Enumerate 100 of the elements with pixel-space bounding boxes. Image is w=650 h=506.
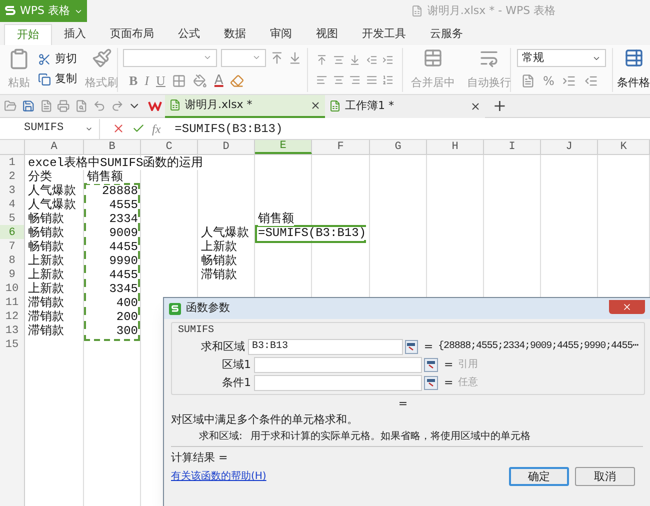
ribbon-tab[interactable]: 公式 xyxy=(166,24,212,45)
formula-result: = xyxy=(398,397,408,411)
table-cell: 销售额 xyxy=(258,212,294,226)
help-link[interactable]: 有关该函数的帮助(H) xyxy=(171,470,266,483)
formula-field[interactable]: =SUMIFS(B3:B13) xyxy=(174,118,650,138)
table-cell: 滞销款 xyxy=(28,296,64,310)
window-title: 谢明月.xlsx * - WPS 表格 xyxy=(427,2,556,19)
column-header[interactable]: B xyxy=(84,140,141,154)
column-header[interactable]: F xyxy=(312,140,370,154)
table-cell: 人气爆款 xyxy=(28,184,76,198)
name-box[interactable]: SUMIFS xyxy=(0,118,100,138)
cut-button[interactable]: 剪切 xyxy=(38,50,77,70)
font-size-field[interactable] xyxy=(221,48,266,67)
number-format-select[interactable]: 常规 xyxy=(517,49,606,67)
app-menu-button[interactable]: WPS 表格 xyxy=(0,0,87,22)
align-bottom-icon[interactable] xyxy=(349,52,361,66)
table-cell: 上新款 xyxy=(28,268,64,282)
column-header[interactable]: A xyxy=(25,140,84,154)
function-description: 对区域中满足多个条件的单元格求和。 xyxy=(171,413,359,427)
dialog-button[interactable]: 确定 xyxy=(509,467,569,486)
table-cell: 分类 xyxy=(28,170,52,184)
table-cell: 上新款 xyxy=(28,254,64,268)
range-picker-button[interactable] xyxy=(424,358,438,372)
close-icon xyxy=(622,302,632,312)
ribbon-tab[interactable]: 数据 xyxy=(212,24,258,45)
copy-icon xyxy=(38,73,51,86)
table-cell: 人气爆款 xyxy=(201,226,249,240)
column-header[interactable]: E xyxy=(255,140,312,154)
column-header[interactable]: G xyxy=(370,140,427,154)
ribbon-tab[interactable]: 开始 xyxy=(4,24,52,45)
app-icon xyxy=(169,302,181,314)
print-icon[interactable] xyxy=(57,99,70,113)
merge-cells-icon xyxy=(423,48,443,68)
ribbon-tab[interactable]: 开发工具 xyxy=(350,24,418,45)
table-cell: 上新款 xyxy=(28,282,64,296)
conditional-format-button[interactable]: 条件格 xyxy=(613,48,650,92)
table-cell: 人气爆款 xyxy=(28,198,76,212)
ribbon-tab[interactable]: 页面布局 xyxy=(98,24,166,45)
close-icon[interactable] xyxy=(310,100,321,110)
borders-icon[interactable] xyxy=(172,74,186,88)
ribbon-tab[interactable]: 视图 xyxy=(304,24,350,45)
column-header[interactable]: I xyxy=(484,140,541,154)
table-cell: excel表格中SUMIFS函数的运用 xyxy=(28,156,204,170)
spreadsheet-icon xyxy=(329,100,341,112)
argument-result: 任意 xyxy=(458,376,478,390)
column-header[interactable]: H xyxy=(427,140,484,154)
new-tab-button[interactable]: + xyxy=(485,94,514,118)
column-header[interactable]: J xyxy=(541,140,598,154)
dialog-title: 函数参数 xyxy=(186,300,230,316)
ribbon-tab[interactable]: 插入 xyxy=(52,24,98,45)
range-picker-icon xyxy=(427,379,435,387)
open-icon[interactable] xyxy=(4,99,17,113)
align-top-icon[interactable] xyxy=(316,52,328,66)
redo-icon[interactable] xyxy=(110,99,124,113)
argument-result: 引用 xyxy=(458,358,478,372)
argument-help: 用于求和计算的实际单元格。如果省略，将使用区域中的单元格 xyxy=(250,430,530,443)
close-icon[interactable] xyxy=(470,100,481,112)
table-cell: 畅销款 xyxy=(201,254,237,268)
equals-sign: = xyxy=(424,340,434,354)
ribbon-tab[interactable]: 云服务 xyxy=(418,24,475,45)
font-name-field[interactable] xyxy=(123,48,218,67)
argument-result: {28888;4555;2334;9009;4455;9990;4455⋯ xyxy=(438,340,638,354)
logo-icon xyxy=(4,5,16,17)
save-icon[interactable] xyxy=(22,99,34,113)
print-preview-icon[interactable] xyxy=(75,99,88,113)
ribbon-tab[interactable]: 审阅 xyxy=(258,24,304,45)
logo-icon xyxy=(148,101,162,111)
undo-icon[interactable] xyxy=(92,99,106,113)
argument-label: 区域1 xyxy=(221,358,252,372)
range-picker-icon xyxy=(427,361,435,369)
document-icon xyxy=(411,5,424,17)
table-cell: 销售额 xyxy=(87,170,123,184)
function-button[interactable]: fx xyxy=(152,120,161,138)
range-picker-button[interactable] xyxy=(404,340,418,354)
eraser-icon[interactable] xyxy=(230,74,244,88)
argument-field[interactable] xyxy=(254,375,422,391)
table-cell: 滞销款 xyxy=(201,268,237,282)
close-button[interactable] xyxy=(609,300,645,314)
clipboard-icon xyxy=(8,48,30,70)
dialog-button[interactable]: 取消 xyxy=(575,467,635,486)
argument-field[interactable]: B3:B13 xyxy=(248,339,403,355)
table-cell: 畅销款 xyxy=(28,226,64,240)
argument-field[interactable] xyxy=(254,357,422,373)
equals-sign: = xyxy=(444,358,454,372)
spreadsheet-icon xyxy=(169,99,181,111)
table-cell: 滞销款 xyxy=(28,324,64,338)
table-icon xyxy=(624,48,644,68)
argument-label: 条件1 xyxy=(221,376,252,390)
column-header[interactable]: K xyxy=(598,140,650,154)
argument-label: 求和区域 xyxy=(200,340,246,354)
range-picker-button[interactable] xyxy=(424,376,438,390)
document-tab[interactable]: 谢明月.xlsx * xyxy=(165,94,325,118)
argument-name: 求和区域: xyxy=(199,430,242,443)
copy-button[interactable]: 复制 xyxy=(38,70,77,90)
cancel-icon[interactable] xyxy=(112,122,125,135)
table-cell: 畅销款 xyxy=(28,212,64,226)
fill-color-icon[interactable] xyxy=(193,74,208,88)
column-header[interactable]: C xyxy=(141,140,198,154)
paintbrush-icon xyxy=(92,48,112,68)
cut-icon xyxy=(38,53,51,66)
